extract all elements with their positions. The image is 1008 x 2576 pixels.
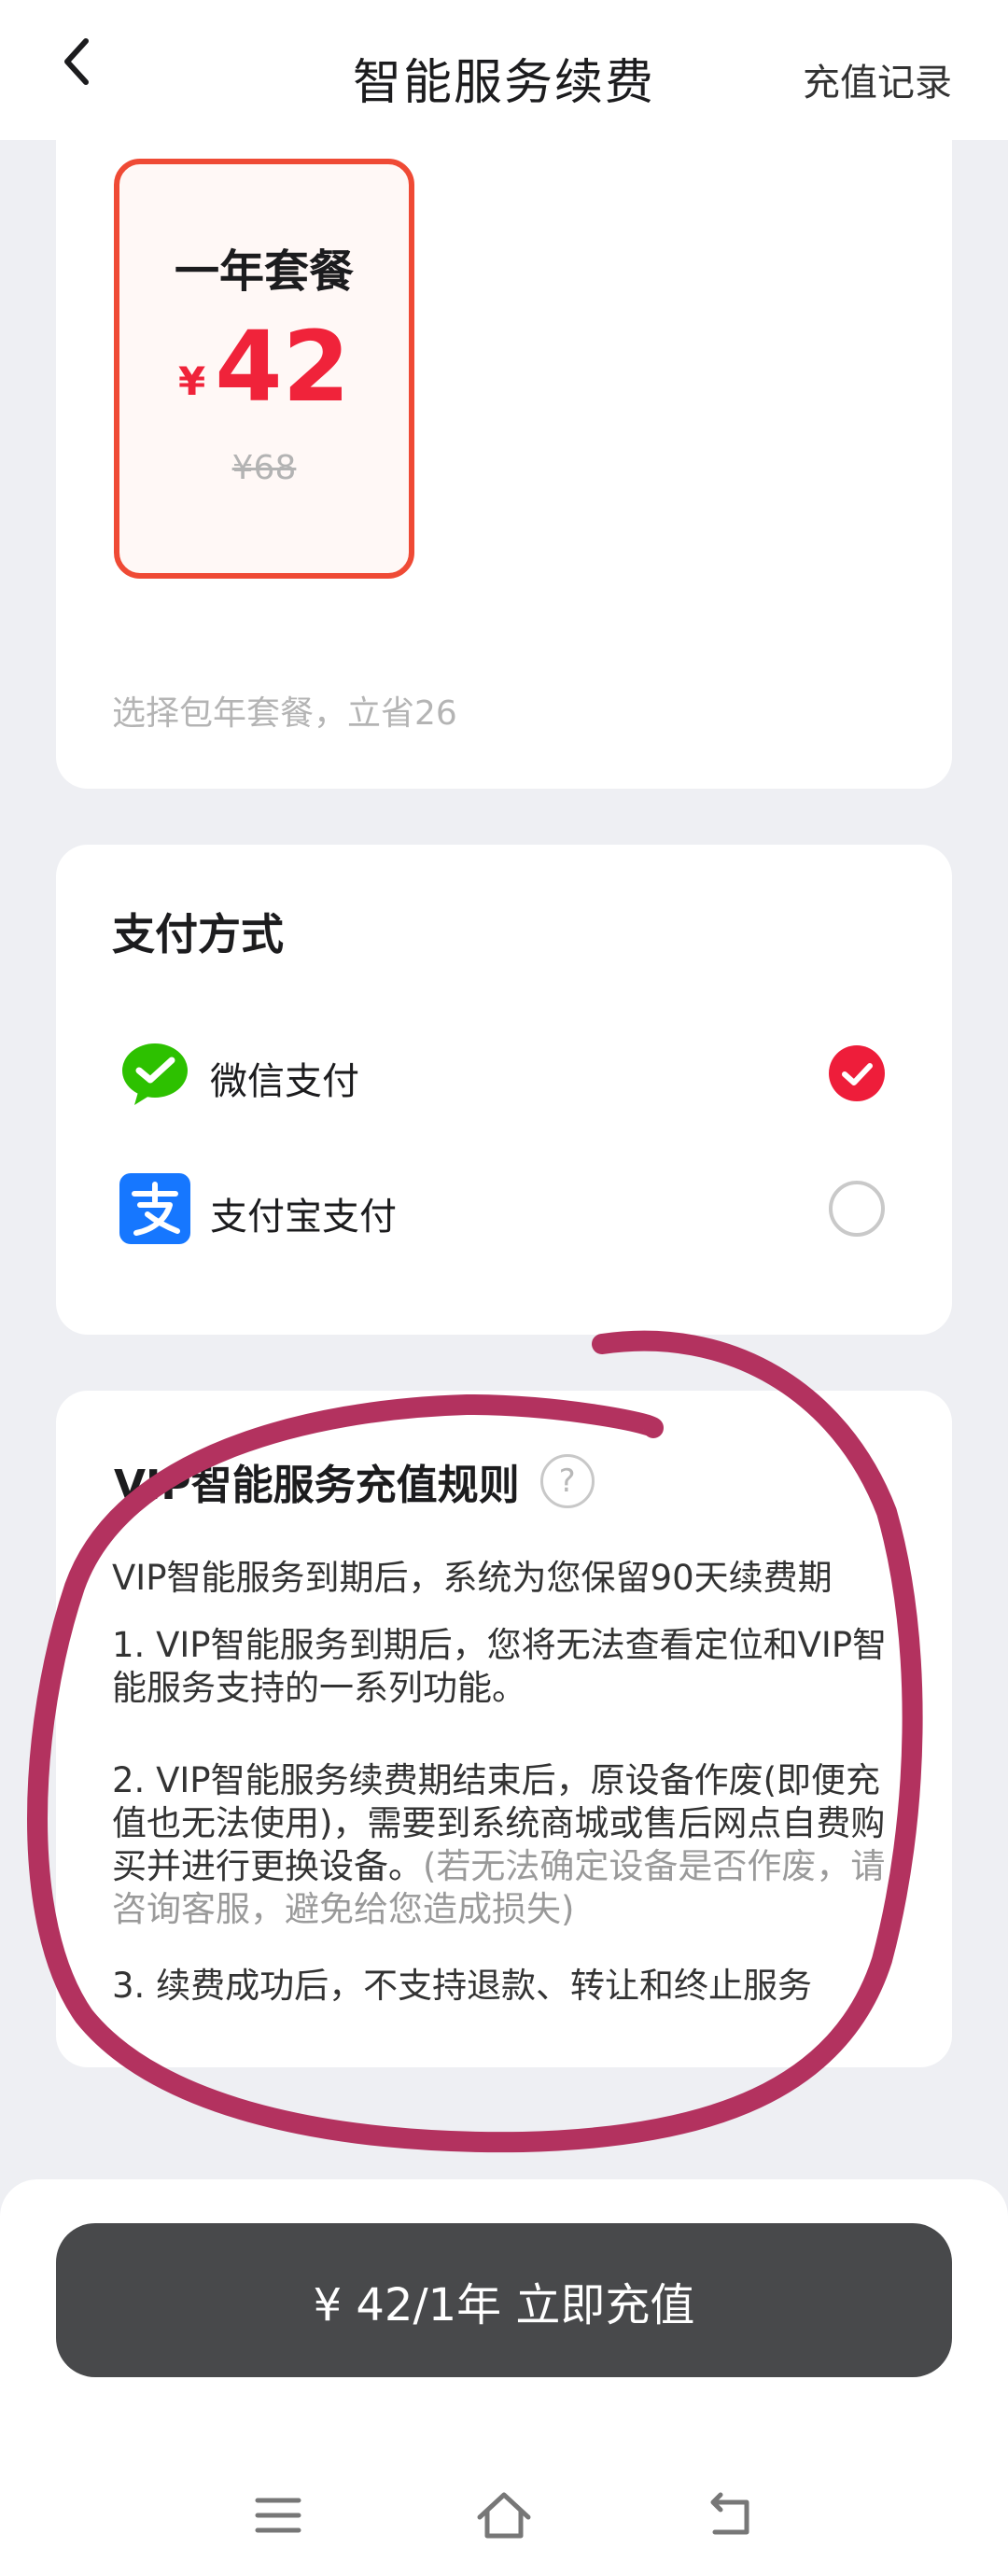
recharge-rules-card: VIP智能服务充值规则 ? VIP智能服务到期后，系统为您保留90天续费期 1.… <box>56 1391 952 2067</box>
payment-method-title: 支付方式 <box>112 909 284 959</box>
nav-menu-button[interactable] <box>241 2478 315 2553</box>
plan-name: 一年套餐 <box>174 245 354 298</box>
payment-option-label: 微信支付 <box>210 1060 359 1103</box>
menu-icon <box>255 2498 301 2533</box>
plan-price: ¥42 <box>119 318 409 415</box>
rules-item-2: 2. VIP智能服务续费期结束后，原设备作废(即便充值也无法使用)，需要到系统商… <box>112 1759 915 1931</box>
payment-option-wechat[interactable]: 微信支付 <box>56 1017 952 1129</box>
rules-item-3: 3. 续费成功后，不支持退款、转让和终止服务 <box>112 1966 813 2006</box>
currency-symbol: ¥ <box>178 358 206 404</box>
checkmark-icon <box>842 1063 873 1085</box>
recharge-button[interactable]: ¥ 42/1年 立即充值 <box>56 2223 952 2377</box>
radio-checked[interactable] <box>829 1045 885 1101</box>
return-icon <box>710 2492 749 2535</box>
nav-home-button[interactable] <box>467 2478 541 2553</box>
bottom-panel: ¥ 42/1年 立即充值 <box>0 2179 1008 2576</box>
rules-title: VIP智能服务充值规则 <box>114 1462 520 1509</box>
wechat-pay-icon <box>122 1043 188 1105</box>
plan-hint: 选择包年套餐，立省26 <box>112 694 457 733</box>
price-value: 42 <box>215 310 350 424</box>
header: 智能服务续费 充值记录 <box>0 0 1008 140</box>
plan-option-one-year[interactable]: 一年套餐 ¥42 ¥68 <box>114 159 414 579</box>
original-price: ¥68 <box>231 449 297 487</box>
payment-method-card: 支付方式 微信支付 支付宝支付 <box>56 845 952 1335</box>
payment-option-alipay[interactable]: 支付宝支付 <box>56 1153 952 1265</box>
rules-item-1: 1. VIP智能服务到期后，您将无法查看定位和VIP智能服务支持的一系列功能。 <box>112 1625 888 1708</box>
recharge-history-link[interactable]: 充值记录 <box>803 52 952 106</box>
home-icon <box>477 2492 531 2539</box>
nav-back-button[interactable] <box>693 2478 767 2553</box>
payment-option-label: 支付宝支付 <box>210 1196 397 1239</box>
alipay-icon <box>119 1173 190 1244</box>
rules-intro: VIP智能服务到期后，系统为您保留90天续费期 <box>112 1558 833 1598</box>
system-nav-bar <box>0 2478 1008 2553</box>
help-icon[interactable]: ? <box>539 1454 595 1508</box>
plan-card: 一年套餐 ¥42 ¥68 选择包年套餐，立省26 <box>56 140 952 789</box>
rules-title-row: VIP智能服务充值规则 ? <box>114 1451 595 1511</box>
radio-unchecked[interactable] <box>829 1181 885 1237</box>
